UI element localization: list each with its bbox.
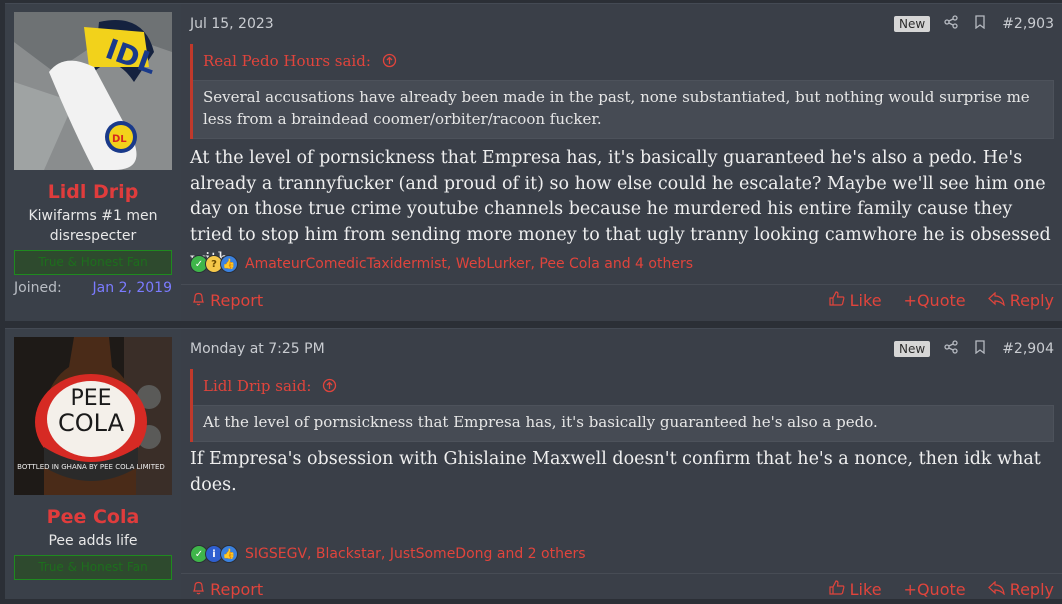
user-banner: True & Honest Fan [14,250,172,275]
like-label: Like [849,290,882,310]
quote-text: Several accusations have already been ma… [193,80,1054,139]
post-date[interactable]: Monday at 7:25 PM [190,341,894,357]
quote-block: Real Pedo Hours said: Several accusation… [190,44,1054,139]
user-title-line-2: disrespecter [49,228,137,244]
share-icon[interactable] [944,340,958,358]
avatar-small-text: BOTTLED IN GHANA BY PEE COLA LIMITED [17,463,165,471]
username[interactable]: Lidl Drip [5,181,181,203]
reply-arrow-icon [987,291,1010,310]
joined-date: Jan 2, 2019 [92,280,172,296]
post-actions: Report Like +Quote Reply [181,573,1062,604]
like-reaction-icon: 👍 [220,255,238,273]
avatar-label-bottom: COLA [58,409,125,437]
bell-icon [192,291,210,310]
quote-header[interactable]: Lidl Drip said: [193,369,1054,405]
bell-icon [192,580,210,599]
post-date[interactable]: Jul 15, 2023 [190,16,894,32]
quote-author[interactable]: Real Pedo Hours said: [203,52,371,70]
reactions-list[interactable]: SIGSEGV, Blackstar, JustSomeDong and 2 o… [245,546,586,562]
post-2904: PEE COLA BOTTLED IN GHANA BY PEE COLA LI… [5,328,1062,599]
like-label: Like [849,579,882,599]
bookmark-icon[interactable] [974,15,986,33]
post-body: If Empresa's obsession with Ghislaine Ma… [190,449,1041,495]
report-label: Report [210,290,264,310]
post-meta: Monday at 7:25 PM New #2,904 [190,339,1054,359]
avatar-pee-cola[interactable]: PEE COLA BOTTLED IN GHANA BY PEE COLA LI… [14,337,172,495]
username[interactable]: Pee Cola [5,506,181,528]
reactions-list[interactable]: AmateurComedicTaxidermist, WebLurker, Pe… [245,256,693,272]
report-button[interactable]: Report [192,291,829,310]
post-main: Jul 15, 2023 New #2,903 Real Pedo Hours … [181,4,1062,321]
post-meta: Jul 15, 2023 New #2,903 [190,14,1054,34]
user-banner: True & Honest Fan [14,555,172,580]
post-number[interactable]: #2,903 [1002,16,1054,32]
user-panel: IDL ᗞL Lidl Drip Kiwifarms #1 men disres… [5,4,181,321]
quote-button[interactable]: +Quote [904,291,966,310]
avatar-lidl-drip[interactable]: IDL ᗞL [14,12,172,170]
quote-header[interactable]: Real Pedo Hours said: [193,44,1054,80]
user-title-line-1: Kiwifarms #1 men [28,208,158,224]
quote-button[interactable]: +Quote [904,580,966,599]
quote-author[interactable]: Lidl Drip said: [203,377,311,395]
arrow-up-circle-icon[interactable] [382,53,397,72]
like-button[interactable]: Like [828,579,882,599]
like-reaction-icon: 👍 [220,545,238,563]
thumbs-up-icon [828,290,850,310]
quote-block: Lidl Drip said: At the level of pornsick… [190,369,1054,442]
post-main: Monday at 7:25 PM New #2,904 Lidl Drip s… [181,329,1062,599]
quote-label: Quote [916,579,966,599]
post-actions: Report Like +Quote Reply [181,284,1062,315]
thumbs-up-icon [828,579,850,599]
joined-label: Joined: [14,280,62,296]
share-icon[interactable] [944,15,958,33]
reply-arrow-icon [987,580,1010,599]
bookmark-icon[interactable] [974,340,986,358]
reply-button[interactable]: Reply [987,579,1054,599]
quote-text: At the level of pornsickness that Empres… [193,405,1054,442]
arrow-up-circle-icon[interactable] [322,378,337,397]
user-title-line-1: Pee adds life [48,533,138,549]
like-button[interactable]: Like [828,290,882,310]
user-panel: PEE COLA BOTTLED IN GHANA BY PEE COLA LI… [5,329,181,599]
avatar-label-top: PEE [70,386,111,411]
post-2903: IDL ᗞL Lidl Drip Kiwifarms #1 men disres… [5,3,1062,321]
reactions-bar[interactable]: ✓ i 👍 SIGSEGV, Blackstar, JustSomeDong a… [190,545,586,563]
reply-label: Reply [1009,290,1054,310]
plus-icon: + [903,579,917,599]
report-button[interactable]: Report [192,580,829,599]
reactions-bar[interactable]: ✓ ? 👍 AmateurComedicTaxidermist, WebLurk… [190,255,693,273]
reply-button[interactable]: Reply [987,290,1054,310]
quote-label: Quote [916,290,966,310]
post-number[interactable]: #2,904 [1002,341,1054,357]
svg-text:ᗞL: ᗞL [112,134,127,145]
new-badge: New [894,16,931,32]
reply-label: Reply [1009,579,1054,599]
plus-icon: + [903,290,917,310]
report-label: Report [210,579,264,599]
joined-row: Joined: Jan 2, 2019 [14,280,172,296]
new-badge: New [894,341,931,357]
